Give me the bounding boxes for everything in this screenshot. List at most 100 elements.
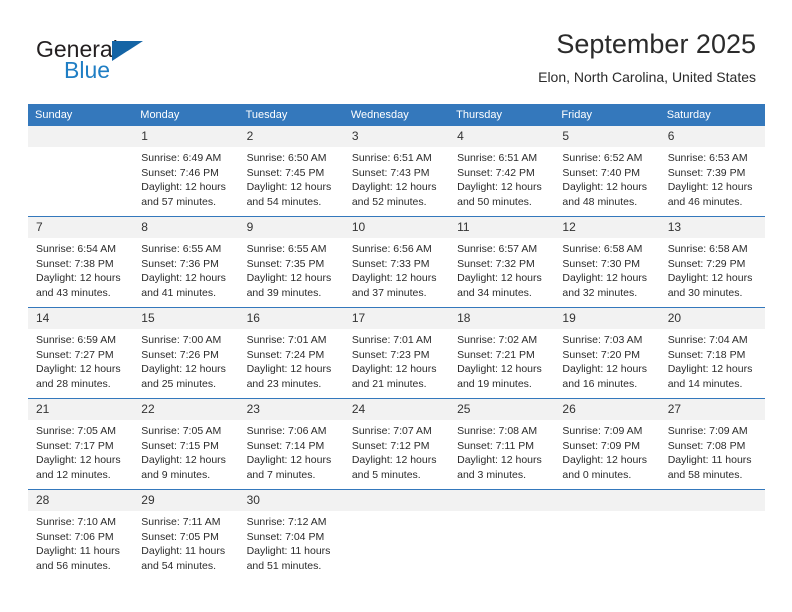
calendar-day-cell[interactable]: 14 Sunrise: 6:59 AM Sunset: 7:27 PM Dayligh… bbox=[28, 307, 134, 399]
sunrise-text: Sunrise: 7:03 AM bbox=[562, 334, 643, 346]
general-blue-logo[interactable]: General Blue bbox=[36, 36, 266, 92]
sunset-text: Sunset: 7:39 PM bbox=[667, 166, 746, 179]
day-number: 29 bbox=[133, 490, 239, 511]
day-cell-content: 12 Sunrise: 6:58 AM Sunset: 7:30 PM Dayligh… bbox=[554, 217, 660, 307]
calendar-day-cell[interactable]: 13 Sunrise: 6:58 AM Sunset: 7:29 PM Dayligh… bbox=[659, 216, 765, 308]
day-info: Sunrise: 6:51 AM Sunset: 7:43 PM Daylight:… bbox=[344, 147, 449, 209]
daylight-text-line2: and 50 minutes. bbox=[457, 195, 532, 208]
calendar-table: Sunday Monday Tuesday Wednesday Thursday… bbox=[28, 104, 765, 580]
day-info: Sunrise: 7:11 AM Sunset: 7:05 PM Daylight:… bbox=[133, 511, 238, 573]
day-info: Sunrise: 7:08 AM Sunset: 7:11 PM Daylight:… bbox=[449, 420, 554, 482]
day-info: Sunrise: 6:49 AM Sunset: 7:46 PM Daylight:… bbox=[133, 147, 238, 209]
calendar-day-cell[interactable]: 1 Sunrise: 6:49 AM Sunset: 7:46 PM Daylight… bbox=[133, 126, 239, 217]
sunrise-text: Sunrise: 6:54 AM bbox=[36, 243, 116, 255]
sunset-text: Sunset: 7:08 PM bbox=[667, 439, 746, 452]
daylight-text-line1: Daylight: 12 hours bbox=[141, 181, 226, 194]
daylight-text-line1: Daylight: 12 hours bbox=[667, 272, 753, 285]
sunset-text: Sunset: 7:15 PM bbox=[141, 439, 219, 452]
day-info: Sunrise: 7:05 AM Sunset: 7:17 PM Daylight:… bbox=[28, 420, 133, 482]
day-cell-content: 21 Sunrise: 7:05 AM Sunset: 7:17 PM Dayligh… bbox=[28, 399, 134, 489]
calendar-day-cell[interactable]: 27 Sunrise: 7:09 AM Sunset: 7:08 PM Dayligh… bbox=[659, 398, 765, 490]
weekday-header-tuesday: Tuesday bbox=[238, 104, 344, 126]
daylight-text-line2: and 0 minutes. bbox=[562, 468, 632, 481]
day-cell-content: 3 Sunrise: 6:51 AM Sunset: 7:43 PM Daylight… bbox=[343, 126, 450, 216]
day-number bbox=[28, 126, 134, 147]
sunrise-text: Sunrise: 7:08 AM bbox=[457, 425, 538, 437]
day-cell-content: 28 Sunrise: 7:10 AM Sunset: 7:06 PM Dayligh… bbox=[28, 490, 134, 580]
sunrise-text: Sunrise: 7:06 AM bbox=[246, 425, 327, 437]
calendar-body: 1 Sunrise: 6:49 AM Sunset: 7:46 PM Daylight… bbox=[28, 126, 765, 580]
calendar-day-cell bbox=[659, 489, 765, 580]
daylight-text-line1: Daylight: 12 hours bbox=[562, 181, 648, 194]
daylight-text-line1: Daylight: 12 hours bbox=[457, 454, 542, 467]
calendar-day-cell[interactable]: 7 Sunrise: 6:54 AM Sunset: 7:38 PM Daylight… bbox=[28, 216, 134, 308]
calendar-day-cell[interactable]: 17 Sunrise: 7:01 AM Sunset: 7:23 PM Dayligh… bbox=[343, 307, 450, 399]
logo-text-blue: Blue bbox=[64, 57, 111, 83]
calendar-day-cell[interactable]: 8 Sunrise: 6:55 AM Sunset: 7:36 PM Daylight… bbox=[133, 216, 239, 308]
calendar-day-cell[interactable]: 16 Sunrise: 7:01 AM Sunset: 7:24 PM Dayligh… bbox=[238, 307, 344, 399]
sunrise-text: Sunrise: 6:59 AM bbox=[36, 334, 116, 346]
day-number: 2 bbox=[238, 126, 344, 147]
sunrise-text: Sunrise: 7:01 AM bbox=[351, 334, 432, 346]
calendar-day-cell[interactable]: 30 Sunrise: 7:12 AM Sunset: 7:04 PM Dayligh… bbox=[238, 489, 344, 580]
calendar-day-cell[interactable]: 12 Sunrise: 6:58 AM Sunset: 7:30 PM Dayligh… bbox=[554, 216, 660, 308]
weekday-header-monday: Monday bbox=[133, 104, 239, 126]
day-cell-content bbox=[554, 490, 660, 580]
calendar-day-cell[interactable]: 22 Sunrise: 7:05 AM Sunset: 7:15 PM Dayligh… bbox=[133, 398, 239, 490]
sunrise-text: Sunrise: 6:50 AM bbox=[246, 152, 327, 164]
day-number: 8 bbox=[133, 217, 239, 238]
sunset-text: Sunset: 7:14 PM bbox=[246, 439, 325, 452]
calendar-day-cell[interactable]: 19 Sunrise: 7:03 AM Sunset: 7:20 PM Dayligh… bbox=[554, 307, 660, 399]
calendar-day-cell[interactable]: 28 Sunrise: 7:10 AM Sunset: 7:06 PM Dayligh… bbox=[28, 489, 134, 580]
day-info: Sunrise: 6:55 AM Sunset: 7:35 PM Daylight:… bbox=[239, 238, 344, 300]
calendar-day-cell[interactable]: 26 Sunrise: 7:09 AM Sunset: 7:09 PM Dayligh… bbox=[554, 398, 660, 490]
calendar-day-cell[interactable]: 2 Sunrise: 6:50 AM Sunset: 7:45 PM Daylight… bbox=[238, 126, 344, 217]
sunrise-text: Sunrise: 6:56 AM bbox=[351, 243, 432, 255]
day-info: Sunrise: 7:01 AM Sunset: 7:23 PM Daylight:… bbox=[344, 329, 449, 391]
sunset-text: Sunset: 7:46 PM bbox=[141, 166, 219, 179]
weekday-header-sunday: Sunday bbox=[28, 104, 134, 126]
calendar-day-cell[interactable]: 15 Sunrise: 7:00 AM Sunset: 7:26 PM Dayligh… bbox=[133, 307, 239, 399]
weekday-header-friday: Friday bbox=[554, 104, 660, 126]
calendar-day-cell[interactable]: 5 Sunrise: 6:52 AM Sunset: 7:40 PM Daylight… bbox=[554, 126, 660, 217]
calendar-day-cell[interactable]: 20 Sunrise: 7:04 AM Sunset: 7:18 PM Dayligh… bbox=[659, 307, 765, 399]
calendar-day-cell[interactable]: 9 Sunrise: 6:55 AM Sunset: 7:35 PM Daylight… bbox=[238, 216, 344, 308]
day-info: Sunrise: 7:09 AM Sunset: 7:08 PM Daylight:… bbox=[660, 420, 765, 482]
calendar-day-cell[interactable]: 4 Sunrise: 6:51 AM Sunset: 7:42 PM Daylight… bbox=[449, 126, 555, 217]
sunset-text: Sunset: 7:32 PM bbox=[457, 257, 535, 270]
day-number bbox=[554, 490, 660, 511]
day-cell-content: 15 Sunrise: 7:00 AM Sunset: 7:26 PM Dayligh… bbox=[133, 308, 239, 398]
calendar-week-row: 7 Sunrise: 6:54 AM Sunset: 7:38 PM Daylight… bbox=[28, 216, 765, 308]
day-number: 16 bbox=[238, 308, 344, 329]
calendar-day-cell[interactable]: 18 Sunrise: 7:02 AM Sunset: 7:21 PM Dayligh… bbox=[449, 307, 555, 399]
sunset-text: Sunset: 7:30 PM bbox=[562, 257, 641, 270]
sunset-text: Sunset: 7:12 PM bbox=[351, 439, 430, 452]
calendar-day-cell[interactable]: 21 Sunrise: 7:05 AM Sunset: 7:17 PM Dayligh… bbox=[28, 398, 134, 490]
day-info: Sunrise: 7:04 AM Sunset: 7:18 PM Daylight:… bbox=[660, 329, 765, 391]
day-number bbox=[449, 490, 555, 511]
calendar-day-cell[interactable]: 10 Sunrise: 6:56 AM Sunset: 7:33 PM Dayligh… bbox=[343, 216, 450, 308]
calendar-day-cell[interactable]: 23 Sunrise: 7:06 AM Sunset: 7:14 PM Dayligh… bbox=[238, 398, 344, 490]
calendar-day-cell[interactable]: 6 Sunrise: 6:53 AM Sunset: 7:39 PM Daylight… bbox=[659, 126, 765, 217]
daylight-text-line2: and 32 minutes. bbox=[562, 286, 638, 299]
calendar-day-cell[interactable]: 11 Sunrise: 6:57 AM Sunset: 7:32 PM Dayligh… bbox=[449, 216, 555, 308]
daylight-text-line2: and 57 minutes. bbox=[141, 195, 216, 208]
day-info: Sunrise: 7:00 AM Sunset: 7:26 PM Daylight:… bbox=[133, 329, 238, 391]
page-title: September 2025 bbox=[556, 29, 756, 59]
calendar-day-cell bbox=[343, 489, 450, 580]
calendar-day-cell[interactable]: 25 Sunrise: 7:08 AM Sunset: 7:11 PM Dayligh… bbox=[449, 398, 555, 490]
sunrise-text: Sunrise: 7:05 AM bbox=[36, 425, 116, 437]
calendar-day-cell[interactable]: 29 Sunrise: 7:11 AM Sunset: 7:05 PM Dayligh… bbox=[133, 489, 239, 580]
day-number: 5 bbox=[554, 126, 660, 147]
day-cell-content: 22 Sunrise: 7:05 AM Sunset: 7:15 PM Dayligh… bbox=[133, 399, 239, 489]
sunset-text: Sunset: 7:40 PM bbox=[562, 166, 641, 179]
daylight-text-line1: Daylight: 12 hours bbox=[141, 363, 226, 376]
daylight-text-line1: Daylight: 12 hours bbox=[36, 272, 121, 285]
daylight-text-line1: Daylight: 12 hours bbox=[351, 272, 437, 285]
daylight-text-line1: Daylight: 12 hours bbox=[457, 272, 542, 285]
calendar-day-cell[interactable]: 3 Sunrise: 6:51 AM Sunset: 7:43 PM Daylight… bbox=[343, 126, 450, 217]
sunrise-text: Sunrise: 6:57 AM bbox=[457, 243, 538, 255]
daylight-text-line2: and 25 minutes. bbox=[141, 377, 216, 390]
daylight-text-line1: Daylight: 11 hours bbox=[36, 545, 120, 558]
calendar-day-cell[interactable]: 24 Sunrise: 7:07 AM Sunset: 7:12 PM Dayligh… bbox=[343, 398, 450, 490]
